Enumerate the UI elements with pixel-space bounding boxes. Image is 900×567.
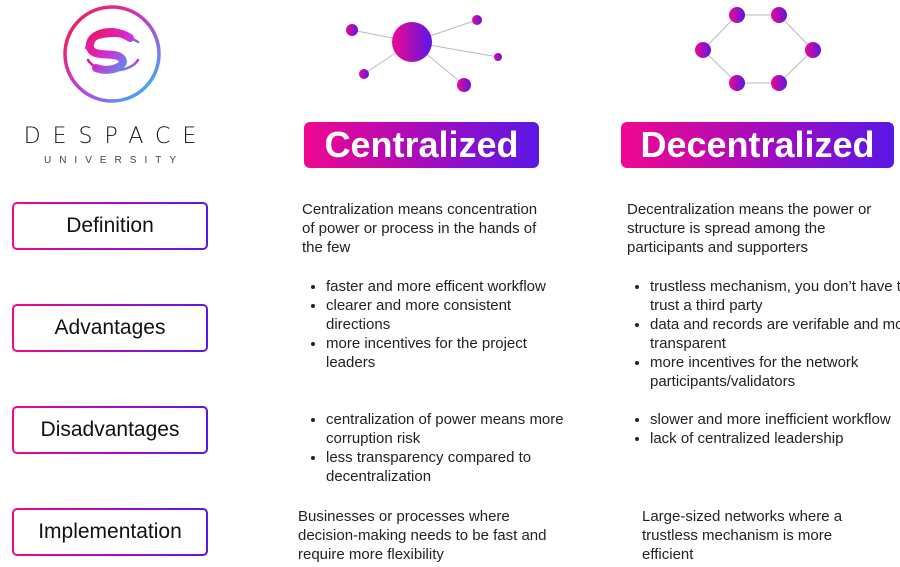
- hub-node: [392, 22, 432, 62]
- list-item: clearer and more consistent directions: [326, 296, 576, 334]
- peer-node: [729, 75, 745, 91]
- peer-node: [359, 69, 369, 79]
- brand-subtitle: UNIVERSITY: [43, 155, 184, 166]
- list-item: lack of centralized leadership: [650, 429, 900, 448]
- centralized-header: Centralized: [304, 122, 539, 168]
- row-label-advantages: Advantages: [12, 304, 208, 352]
- brand-wordmark: DESPACE UNIVERSITY: [0, 124, 220, 167]
- list-item: slower and more inefficient workflow: [650, 410, 900, 429]
- decentralized-implementation: Large-sized networks where a trustless m…: [642, 508, 843, 563]
- despace-logo-icon: [63, 5, 161, 103]
- peer-node: [771, 75, 787, 91]
- decentralized-advantages-list: trustless mechanism, you don’t have to t…: [626, 277, 900, 391]
- peer-node: [695, 42, 711, 58]
- centralized-advantages-list: faster and more efficent workflow cleare…: [302, 277, 576, 372]
- list-item: less transparency compared to decentrali…: [326, 448, 576, 486]
- list-item: more incentives for the project leaders: [326, 334, 576, 372]
- list-item: trustless mechanism, you don’t have to t…: [650, 277, 900, 315]
- list-item: data and records are verifable and more …: [650, 315, 900, 353]
- brand-name: DESPACE: [23, 124, 209, 149]
- list-item: more incentives for the network particip…: [650, 353, 900, 391]
- decentralized-disadvantages-list: slower and more inefficient workflow lac…: [626, 410, 900, 448]
- centralized-disadvantages-list: centralization of power means more corru…: [302, 410, 576, 486]
- centralized-implementation: Businesses or processes where decision-m…: [298, 508, 547, 563]
- centralized-definition: Centralization means concentration of po…: [302, 201, 538, 256]
- peer-node: [457, 78, 471, 92]
- decentralized-network-icon: [695, 7, 821, 91]
- list-item: faster and more efficent workflow: [326, 277, 576, 296]
- peer-node: [494, 53, 502, 61]
- decentralized-header: Decentralized: [621, 122, 894, 168]
- row-label-implementation: Implementation: [12, 508, 208, 556]
- peer-node: [771, 7, 787, 23]
- row-label-disadvantages: Disadvantages: [12, 406, 208, 454]
- peer-node: [346, 24, 358, 36]
- centralized-network-icon: [346, 15, 502, 92]
- row-label-definition: Definition: [12, 202, 208, 250]
- peer-node: [805, 42, 821, 58]
- decentralized-definition: Decentralization means the power or stru…: [627, 201, 872, 256]
- list-item: centralization of power means more corru…: [326, 410, 576, 448]
- peer-node: [729, 7, 745, 23]
- peer-node: [472, 15, 482, 25]
